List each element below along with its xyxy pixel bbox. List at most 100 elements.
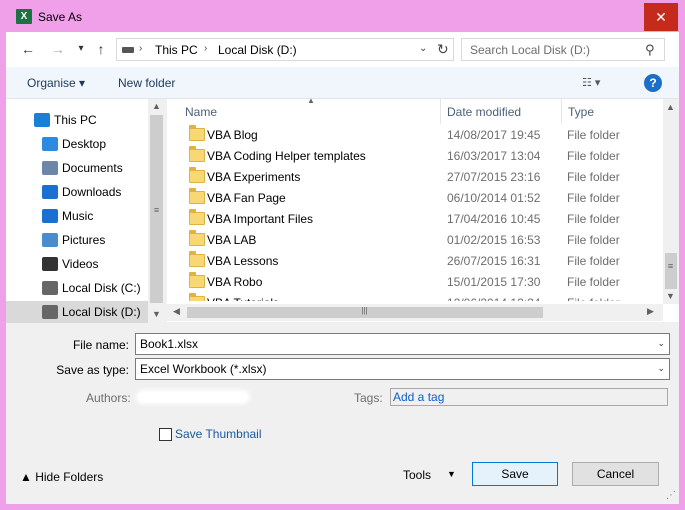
this-pc-icon [34, 113, 50, 127]
forward-arrow-icon[interactable]: → [50, 41, 66, 57]
tree-item-label: Videos [62, 257, 99, 271]
navigation-pane: This PC Desktop Documents Downloads Music Pic… [6, 99, 165, 323]
tree-item[interactable]: Local Disk (D:) [6, 301, 148, 323]
search-icon[interactable]: ⚲ [645, 42, 655, 58]
tree-item-label: Local Disk (C:) [62, 281, 141, 295]
tree-item[interactable]: Desktop [6, 133, 148, 155]
refresh-icon[interactable]: ↻ [437, 41, 449, 58]
tree-item[interactable]: Music [6, 205, 148, 227]
scroll-left-icon[interactable]: ◀ [169, 306, 184, 317]
tree-item-label: Documents [62, 161, 123, 175]
save-as-type-value[interactable]: Excel Workbook (*.xlsx) [140, 362, 266, 376]
hide-folders-button[interactable]: ▲ Hide Folders [20, 470, 103, 484]
authors-value-redacted[interactable] [139, 393, 247, 401]
tools-button[interactable]: Tools [403, 468, 431, 482]
dialog-body: ← → ▾ ↑ › This PC › Local Disk (D:) ⌄ ↻ … [6, 32, 679, 504]
column-header-date[interactable]: Date modified [441, 99, 562, 124]
file-list-scrollbar[interactable]: ▲ ≡ ▼ [663, 99, 679, 304]
file-row[interactable]: VBA Robo 15/01/2015 17:30 File folder [167, 271, 663, 292]
scroll-grip-icon: ||| [361, 306, 368, 315]
file-type-cell: File folder [567, 128, 620, 142]
new-folder-button[interactable]: New folder [118, 76, 175, 90]
chevron-down-icon[interactable]: ⌄ [657, 338, 665, 349]
tree-item[interactable]: Videos [6, 253, 148, 275]
resize-grip-icon[interactable]: ⋰ [666, 490, 676, 501]
file-list: Name ▲ Date modified Type VBA Blog 14/08/… [167, 96, 679, 322]
folder-icon [189, 167, 205, 183]
recent-locations-icon[interactable]: ▾ [73, 41, 89, 57]
file-scroll-thumb[interactable] [665, 253, 677, 289]
tree-item-label: Desktop [62, 137, 107, 151]
column-name-label: Name [185, 105, 218, 119]
tree-item-label: Downloads [62, 185, 122, 199]
breadcrumb-separator[interactable]: › [139, 43, 142, 54]
save-as-type-select[interactable]: Excel Workbook (*.xlsx) ⌄ [135, 358, 670, 380]
save-thumbnail-checkbox[interactable] [159, 428, 172, 441]
save-button[interactable]: Save [472, 462, 558, 486]
folder-icon [189, 293, 205, 301]
save-thumbnail-label[interactable]: Save Thumbnail [175, 427, 262, 441]
change-view-icon[interactable]: ☷ ▾ [582, 76, 600, 89]
file-row[interactable]: VBA Tutorials 12/06/2014 12:24 File folder [167, 292, 663, 301]
search-input[interactable]: Search Local Disk (D:) [470, 43, 590, 57]
organise-button[interactable]: Organise ▾ [27, 76, 85, 90]
address-dropdown-icon[interactable]: ⌄ [419, 43, 427, 54]
music-icon [42, 209, 58, 223]
local-disk-c-icon [42, 281, 58, 295]
breadcrumb-this-pc[interactable]: This PC [155, 43, 198, 57]
file-name-cell: VBA Important Files [207, 212, 314, 226]
address-bar[interactable]: › This PC › Local Disk (D:) ⌄ ↻ [116, 38, 454, 61]
add-tag-link[interactable]: Add a tag [393, 390, 444, 404]
file-name-cell: VBA Lessons [207, 254, 279, 268]
file-row[interactable]: VBA Important Files 17/04/2016 10:45 File … [167, 208, 663, 229]
search-box[interactable]: Search Local Disk (D:) ⚲ [461, 38, 665, 61]
sort-ascending-icon: ▲ [307, 96, 315, 105]
scroll-down-icon[interactable]: ▼ [149, 309, 164, 319]
file-row[interactable]: VBA LAB 01/02/2015 16:53 File folder [167, 229, 663, 250]
tree-item[interactable]: Downloads [6, 181, 148, 203]
breadcrumb-local-disk-d[interactable]: Local Disk (D:) [218, 43, 297, 57]
help-icon[interactable]: ? [644, 74, 662, 92]
scroll-up-icon[interactable]: ▲ [663, 102, 678, 112]
cancel-button[interactable]: Cancel [572, 462, 659, 486]
column-header-name[interactable]: Name ▲ [167, 96, 441, 124]
tree-item-label: Pictures [62, 233, 106, 247]
authors-label: Authors: [86, 391, 131, 405]
tree-item[interactable]: Local Disk (C:) [6, 277, 148, 299]
file-row[interactable]: VBA Experiments 27/07/2015 23:16 File fold… [167, 166, 663, 187]
close-button[interactable]: ✕ [644, 3, 678, 31]
folder-icon [189, 251, 205, 267]
horizontal-scrollbar[interactable]: ◀ ||| ▶ [167, 304, 663, 321]
date-modified-cell: 17/04/2016 10:45 [447, 212, 541, 226]
date-modified-cell: 06/10/2014 01:52 [447, 191, 541, 205]
nav-pane-scrollbar[interactable]: ▲ ≡ ▼ [148, 99, 165, 322]
title-bar[interactable]: X Save As ✕ [0, 0, 685, 32]
file-name-field[interactable]: Book1.xlsx ⌄ [135, 333, 670, 355]
file-type-cell: File folder [567, 296, 620, 301]
up-arrow-icon[interactable]: ↑ [93, 41, 109, 57]
file-type-cell: File folder [567, 233, 620, 247]
file-row[interactable]: VBA Lessons 26/07/2015 16:31 File folder [167, 250, 663, 271]
tree-item[interactable]: Pictures [6, 229, 148, 251]
folder-icon [189, 188, 205, 204]
file-row[interactable]: VBA Coding Helper templates 16/03/2017 13… [167, 145, 663, 166]
scroll-right-icon[interactable]: ▶ [643, 306, 658, 317]
back-arrow-icon[interactable]: ← [20, 41, 36, 57]
folder-icon [189, 125, 205, 141]
scroll-down-icon[interactable]: ▼ [663, 291, 678, 301]
file-name-value[interactable]: Book1.xlsx [140, 337, 198, 351]
documents-icon [42, 161, 58, 175]
tools-dropdown-icon[interactable]: ▼ [447, 469, 456, 479]
file-name-cell: VBA Coding Helper templates [207, 149, 366, 163]
file-row[interactable]: VBA Fan Page 06/10/2014 01:52 File folder [167, 187, 663, 208]
file-name-cell: VBA LAB [207, 233, 257, 247]
column-header-type[interactable]: Type [562, 99, 663, 124]
breadcrumb-separator[interactable]: › [204, 43, 207, 54]
file-row[interactable]: VBA Blog 14/08/2017 19:45 File folder [167, 124, 663, 145]
tree-item[interactable]: This PC [6, 109, 148, 131]
chevron-down-icon[interactable]: ⌄ [657, 363, 665, 374]
tree-item[interactable]: Documents [6, 157, 148, 179]
tags-field[interactable]: Add a tag [390, 388, 668, 406]
scroll-up-icon[interactable]: ▲ [149, 101, 164, 111]
save-as-dialog: X Save As ✕ ← → ▾ ↑ › This PC › Local Di… [0, 0, 685, 510]
